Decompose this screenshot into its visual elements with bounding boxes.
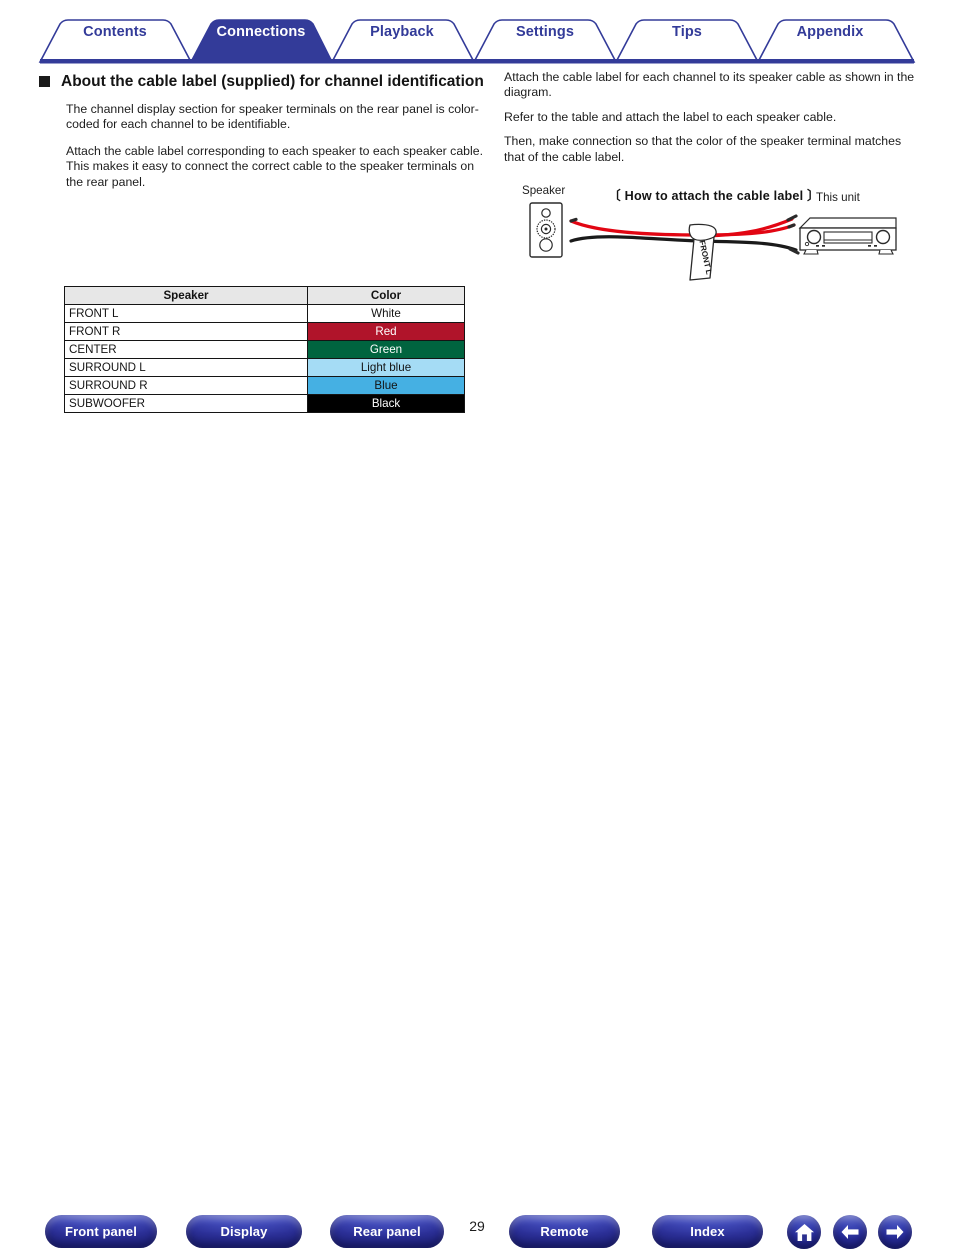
table-header-row: Speaker Color (64, 286, 465, 305)
front-panel-label: Front panel (65, 1224, 137, 1239)
bottom-navigation-bar: Front panel Display Rear panel 29 Remote… (0, 596, 954, 1249)
speaker-illustration (529, 202, 563, 258)
tab-baseline (40, 59, 914, 64)
rear-panel-label: Rear panel (353, 1224, 421, 1239)
this-unit-illustration (798, 217, 897, 255)
table-row: SURROUND L Light blue (64, 358, 465, 377)
page-content: About the cable label (supplied) for cha… (0, 66, 954, 596)
right-paragraph-group-3: Then, make connection so that the color … (504, 134, 924, 165)
right-paragraph-group-2: Refer to the table and attach the label … (504, 110, 924, 125)
remote-label: Remote (540, 1224, 589, 1239)
cell-color: Black (307, 394, 465, 413)
tab-settings[interactable]: Settings (516, 24, 574, 40)
tab-contents[interactable]: Contents (83, 24, 147, 40)
display-label: Display (220, 1224, 268, 1239)
remote-button[interactable]: Remote (509, 1215, 620, 1248)
tab-connections[interactable]: Connections (217, 24, 306, 40)
right-paragraph-group-1: Attach the cable label for each channel … (504, 70, 924, 101)
cell-color: Green (307, 340, 465, 359)
table-header-speaker: Speaker (64, 286, 308, 305)
tab-playback[interactable]: Playback (370, 24, 434, 40)
index-label: Index (690, 1224, 725, 1239)
left-column: About the cable label (supplied) for cha… (38, 72, 488, 190)
this-unit-caption: This unit (816, 191, 860, 204)
cell-speaker: SUBWOOFER (64, 394, 308, 413)
table-row: SURROUND R Blue (64, 376, 465, 395)
index-button[interactable]: Index (652, 1215, 763, 1248)
cable-label-diagram: FRONT L Speaker This unit (504, 184, 924, 294)
diagram-graphics: FRONT L (529, 202, 897, 281)
table-header-color: Color (307, 286, 465, 305)
tab-tips[interactable]: Tips (672, 24, 702, 40)
right-paragraph-3: Then, make connection so that the color … (504, 134, 902, 164)
cell-speaker: SURROUND R (64, 376, 308, 395)
cell-speaker: FRONT L (64, 304, 308, 323)
right-paragraph-2: Refer to the table and attach the label … (504, 109, 837, 124)
arrow-right-icon (886, 1225, 904, 1239)
cell-color: Light blue (307, 358, 465, 377)
paragraph-group-1: The channel display section for speaker … (38, 102, 488, 133)
arrow-left-icon (841, 1225, 859, 1239)
forward-button[interactable] (878, 1215, 912, 1249)
back-button[interactable] (833, 1215, 867, 1249)
cell-speaker: FRONT R (64, 322, 308, 341)
speaker-cable (569, 214, 800, 255)
square-bullet-icon (39, 76, 50, 87)
cell-color: Red (307, 322, 465, 341)
table-body: FRONT L White FRONT R Red CENTER Green S… (64, 304, 465, 413)
table-row: FRONT R Red (64, 322, 465, 341)
right-paragraph-1: Attach the cable label for each channel … (504, 70, 915, 100)
table-row: FRONT L White (64, 304, 465, 323)
cell-speaker: CENTER (64, 340, 308, 359)
cable-label-tag: FRONT L (688, 223, 717, 281)
paragraph-2: Attach the cable label corresponding to … (66, 143, 483, 189)
page-title: About the cable label (supplied) for cha… (38, 72, 488, 91)
speaker-color-table: Speaker Color FRONT L White FRONT R Red … (64, 286, 465, 413)
cell-speaker: SURROUND L (64, 358, 308, 377)
page-number: 29 (469, 1218, 485, 1234)
rear-panel-button[interactable]: Rear panel (330, 1215, 444, 1248)
speaker-caption: Speaker (522, 184, 566, 197)
paragraph-1: The channel display section for speaker … (66, 102, 479, 132)
display-button[interactable]: Display (186, 1215, 302, 1248)
page-title-text: About the cable label (supplied) for cha… (61, 73, 484, 90)
tab-appendix[interactable]: Appendix (797, 24, 864, 40)
tab-bar: Contents Connections Playback Settings T… (0, 0, 954, 66)
cell-color: Blue (307, 376, 465, 395)
front-panel-button[interactable]: Front panel (45, 1215, 157, 1248)
cell-color: White (307, 304, 465, 323)
home-icon (794, 1223, 814, 1241)
home-button[interactable] (787, 1215, 821, 1249)
table-row: SUBWOOFER Black (64, 394, 465, 413)
paragraph-group-2: Attach the cable label corresponding to … (38, 144, 488, 190)
table-row: CENTER Green (64, 340, 465, 359)
